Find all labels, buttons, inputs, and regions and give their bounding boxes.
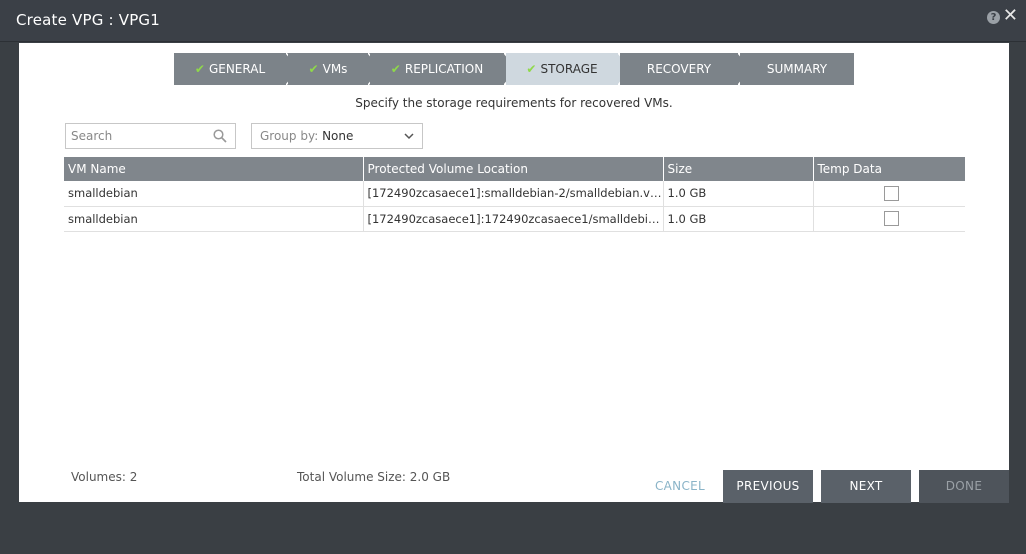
dialog-content: ✔ GENERAL ✔ VMs ✔ REPLICATION ✔ STORAGE RECO… xyxy=(19,43,1009,502)
chevron-down-icon xyxy=(404,133,414,140)
storage-table: VM Name Protected Volume Location Size T… xyxy=(64,157,965,232)
search-icon[interactable] xyxy=(213,129,227,143)
table-row[interactable]: smalldebian [172490zcasaece1]:172490zcas… xyxy=(64,206,965,232)
next-button[interactable]: NEXT xyxy=(821,470,911,503)
wizard-step-label: REPLICATION xyxy=(404,62,484,76)
search-box xyxy=(65,123,236,149)
wizard-step-storage[interactable]: ✔ STORAGE xyxy=(506,53,618,85)
wizard-step-general[interactable]: ✔ GENERAL xyxy=(174,53,286,85)
cell-vm-name: smalldebian xyxy=(64,181,364,207)
wizard-step-replication[interactable]: ✔ REPLICATION xyxy=(370,53,504,85)
group-by-dropdown[interactable]: Group by: None xyxy=(251,123,423,149)
cell-temp-data xyxy=(813,206,965,232)
total-volume-size: Total Volume Size: 2.0 GB xyxy=(297,470,451,484)
table-header: VM Name Protected Volume Location Size T… xyxy=(64,157,965,181)
volumes-count: Volumes: 2 xyxy=(71,470,138,484)
column-header-vm-name[interactable]: VM Name xyxy=(64,157,364,181)
instruction-text: Specify the storage requirements for rec… xyxy=(355,96,673,110)
group-by-value: None xyxy=(322,129,354,143)
search-input[interactable] xyxy=(66,124,206,148)
wizard-step-label: SUMMARY xyxy=(766,62,828,76)
wizard-step-recovery[interactable]: RECOVERY xyxy=(620,53,738,85)
cell-volume-location: [172490zcasaece1]:172490zcasaece1/smalld… xyxy=(363,206,664,232)
close-icon[interactable]: ✕ xyxy=(1003,6,1018,26)
cell-size: 1.0 GB xyxy=(663,181,814,207)
wizard-step-summary[interactable]: SUMMARY xyxy=(740,53,854,85)
cell-volume-location: [172490zcasaece1]:smalldebian-2/smalldeb… xyxy=(363,181,664,207)
cell-vm-name: smalldebian xyxy=(64,206,364,232)
window-title: Create VPG : VPG1 xyxy=(16,11,161,29)
previous-button[interactable]: PREVIOUS xyxy=(723,470,813,503)
wizard-step-label: STORAGE xyxy=(540,62,598,76)
checkmark-icon: ✔ xyxy=(526,62,537,76)
column-header-temp-data[interactable]: Temp Data xyxy=(813,157,965,181)
group-by-label: Group by: xyxy=(260,129,319,143)
cell-temp-data xyxy=(813,181,965,207)
checkmark-icon: ✔ xyxy=(194,62,205,76)
checkmark-icon: ✔ xyxy=(308,62,319,76)
title-bar: Create VPG : VPG1 ? ✕ xyxy=(0,0,1026,42)
cell-size: 1.0 GB xyxy=(663,206,814,232)
temp-data-checkbox[interactable] xyxy=(883,185,899,201)
temp-data-checkbox[interactable] xyxy=(883,211,899,226)
wizard-step-label: RECOVERY xyxy=(646,62,712,76)
wizard-steps: ✔ GENERAL ✔ VMs ✔ REPLICATION ✔ STORAGE RECO… xyxy=(174,53,854,85)
wizard-step-label: VMs xyxy=(322,62,348,76)
checkmark-icon: ✔ xyxy=(390,62,401,76)
column-header-size[interactable]: Size xyxy=(663,157,814,181)
column-header-protected-volume-location[interactable]: Protected Volume Location xyxy=(363,157,664,181)
table-row[interactable]: smalldebian [172490zcasaece1]:smalldebia… xyxy=(64,181,965,207)
wizard-step-label: GENERAL xyxy=(208,62,266,76)
wizard-step-vms[interactable]: ✔ VMs xyxy=(288,53,368,85)
done-button[interactable]: DONE xyxy=(919,470,1009,503)
cancel-button[interactable]: CANCEL xyxy=(650,470,710,503)
help-icon[interactable]: ? xyxy=(987,11,1000,24)
